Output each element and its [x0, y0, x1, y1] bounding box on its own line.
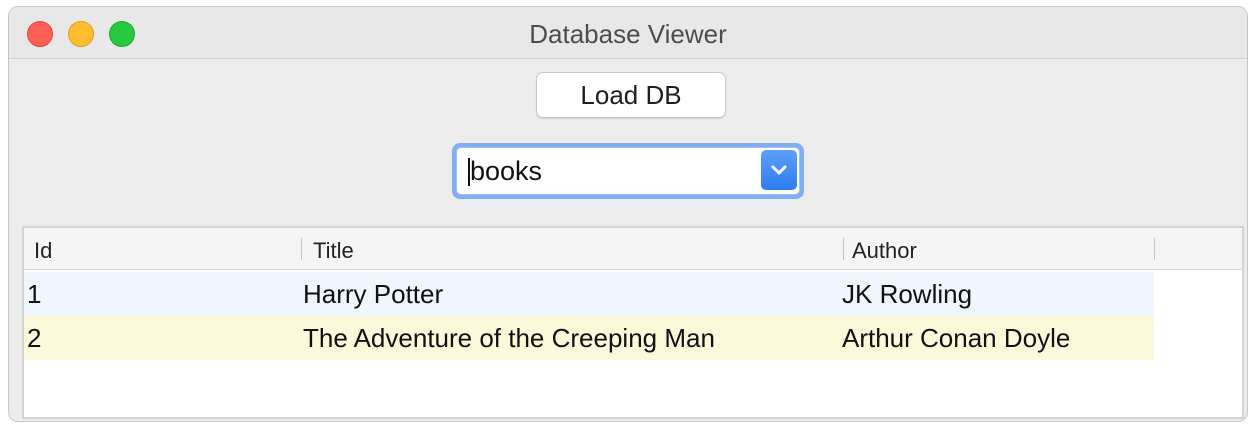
column-divider[interactable] — [843, 238, 844, 260]
window-title: Database Viewer — [529, 19, 727, 49]
load-db-button[interactable]: Load DB — [536, 72, 726, 118]
cell-author: Arthur Conan Doyle — [842, 323, 1071, 353]
column-divider[interactable] — [301, 238, 302, 260]
cell-title: Harry Potter — [303, 279, 444, 309]
table-row[interactable]: 1 Harry Potter JK Rowling — [24, 272, 1154, 316]
table-header: Id Title Author — [24, 228, 1242, 270]
cell-author: JK Rowling — [842, 279, 973, 309]
chevron-down-icon — [771, 165, 787, 175]
column-divider[interactable] — [1154, 238, 1155, 260]
column-header-id[interactable]: Id — [34, 228, 52, 270]
column-header-title[interactable]: Title — [313, 228, 354, 270]
app-window: Database Viewer Load DB books Id Title A… — [8, 6, 1248, 422]
cell-id: 1 — [27, 279, 42, 309]
title-bar: Database Viewer — [9, 7, 1247, 59]
dropdown-arrow-button[interactable] — [761, 150, 797, 190]
column-header-author[interactable]: Author — [852, 228, 917, 270]
cell-title: The Adventure of the Creeping Man — [303, 323, 715, 353]
table-row[interactable]: 2 The Adventure of the Creeping Man Arth… — [24, 316, 1154, 360]
table-select-dropdown[interactable]: books — [452, 143, 804, 199]
cell-id: 2 — [27, 323, 42, 353]
data-table[interactable]: Id Title Author 1 Harry Potter JK Rowlin… — [22, 226, 1244, 419]
table-select-value: books — [470, 156, 543, 186]
table-select-field[interactable]: books — [456, 147, 800, 195]
